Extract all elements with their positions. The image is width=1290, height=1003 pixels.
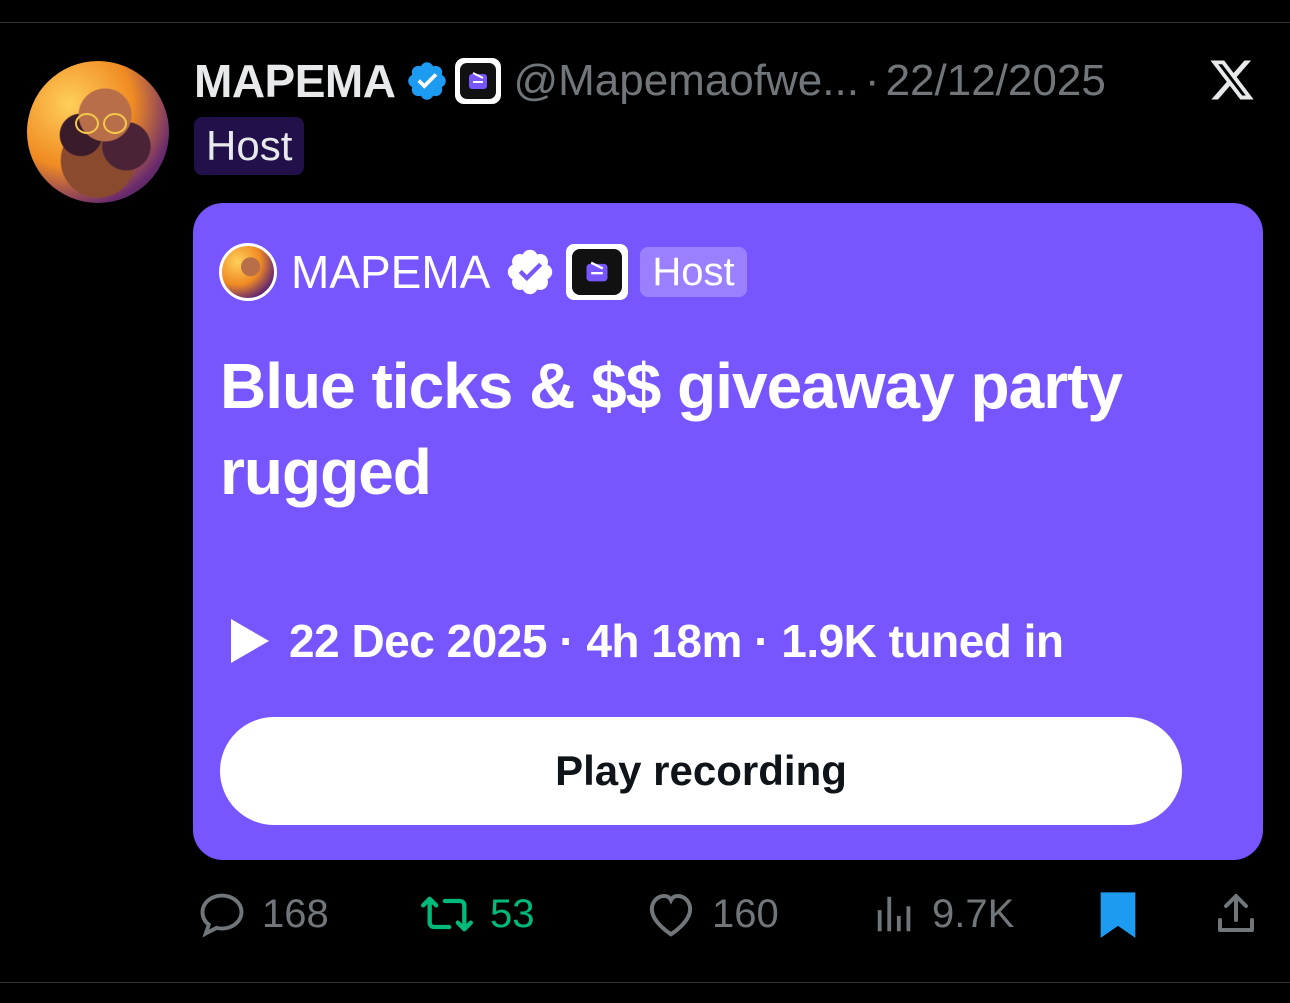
host-name: MAPEMA	[291, 246, 491, 298]
post-actions-bar: 168 53 160 9.7K	[0, 886, 1290, 942]
repost-icon	[420, 896, 473, 932]
views-button[interactable]: 9.7K	[872, 886, 1014, 942]
space-meta-text: 22 Dec 2025 · 4h 18m · 1.9K tuned in	[289, 615, 1064, 667]
top-divider	[0, 22, 1290, 23]
views-icon	[877, 896, 911, 932]
bookmark-button[interactable]	[1096, 886, 1140, 942]
bookmark-icon	[1100, 892, 1136, 938]
reply-icon	[200, 893, 244, 938]
card-host-row: MAPEMA Host	[219, 241, 747, 303]
separator-dot: ·	[864, 56, 880, 105]
post-date[interactable]: 22/12/2025	[886, 56, 1106, 106]
heart-icon	[649, 893, 693, 937]
spaces-app-icon	[566, 244, 629, 300]
app-glyph-icon	[586, 261, 608, 282]
app-glyph-icon	[469, 72, 488, 89]
view-count: 9.7K	[932, 891, 1015, 936]
card-host-label: Host	[640, 247, 747, 297]
spaces-app-icon[interactable]	[455, 58, 502, 104]
host-role-label: Host	[194, 117, 305, 175]
space-recording-card[interactable]: MAPEMA Host Blue ticks & $$ giveaway par…	[193, 203, 1263, 860]
repost-count: 53	[490, 891, 535, 936]
reply-button[interactable]: 168	[196, 886, 329, 942]
space-title: Blue ticks & $$ giveaway party rugged	[220, 350, 1123, 508]
verified-badge-icon[interactable]	[405, 59, 449, 103]
x-logo-icon	[1210, 60, 1254, 100]
space-meta: 22 Dec 2025 · 4h 18m · 1.9K tuned in	[227, 613, 1064, 669]
share-button[interactable]	[1212, 886, 1260, 942]
like-count: 160	[712, 891, 779, 936]
like-button[interactable]: 160	[644, 886, 779, 942]
bottom-divider	[0, 982, 1290, 983]
play-icon	[231, 619, 269, 663]
play-recording-button[interactable]: Play recording	[220, 717, 1182, 825]
repost-button[interactable]: 53	[418, 886, 535, 942]
author-handle[interactable]: @Mapemaofwe...	[513, 56, 858, 106]
post-header: MAPEMA @Mapemaofwe... · 22/12/2025	[194, 52, 1106, 110]
verified-badge-icon	[508, 249, 553, 295]
reply-count: 168	[262, 891, 329, 936]
share-icon	[1218, 894, 1254, 932]
host-avatar	[219, 243, 277, 301]
author-avatar[interactable]	[27, 61, 169, 203]
avatar-glasses-decoration	[75, 113, 127, 134]
author-name[interactable]: MAPEMA	[194, 54, 396, 108]
